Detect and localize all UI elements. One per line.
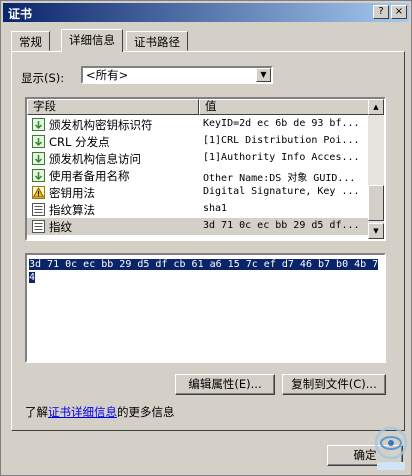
column-header-field[interactable]: 字段 (27, 99, 199, 115)
show-dropdown[interactable]: <所有> ▼ (81, 66, 273, 84)
learn-more-text: 了解证书详细信息的更多信息 (25, 404, 175, 420)
extension-icon (32, 135, 45, 148)
value-detail-box[interactable]: 3d 71 0c ec bb 29 d5 df cb 61 a6 15 7c e… (25, 253, 386, 363)
value-detail-text[interactable]: 3d 71 0c ec bb 29 d5 df cb 61 a6 15 7c e… (29, 259, 379, 283)
field-name: 密钥用法 (49, 186, 95, 200)
title-bar: 证书 ? × (3, 3, 409, 22)
dropdown-arrow-icon[interactable]: ▼ (256, 68, 271, 82)
scroll-up-icon[interactable]: ▲ (368, 99, 384, 115)
help-button[interactable]: ? (373, 5, 389, 19)
list-scrollbar[interactable]: ▲ ▼ (368, 99, 384, 239)
scroll-thumb[interactable] (368, 185, 384, 221)
field-name: 使用者备用名称 (49, 169, 130, 183)
property-icon (32, 203, 45, 216)
list-item[interactable]: 颁发机构信息访问 [1]Authority Info Acces... (27, 150, 370, 167)
learn-prefix: 了解 (25, 405, 48, 419)
learn-suffix: 的更多信息 (117, 405, 175, 419)
window-title: 证书 (8, 7, 33, 21)
field-name: 指纹 (49, 220, 72, 234)
field-name: 指纹算法 (49, 203, 95, 217)
certificate-details-link[interactable]: 证书详细信息 (48, 405, 117, 419)
field-value: 3d 71 0c ec bb 29 d5 df... (203, 220, 360, 231)
field-value: [1]CRL Distribution Poi... (203, 135, 360, 146)
extension-icon (32, 152, 45, 165)
show-label: 显示(S): (21, 71, 65, 85)
show-dropdown-value: <所有> (86, 68, 129, 82)
column-header-value[interactable]: 值 (199, 99, 370, 115)
list-rows: 颁发机构密钥标识符 KeyID=2d ec 6b de 93 bf... CRL… (27, 116, 370, 235)
list-header: 字段 值 (27, 99, 370, 115)
field-value: Other Name:DS 对象 GUID... (203, 173, 356, 184)
list-item[interactable]: 使用者备用名称 Other Name:DS 对象 GUID... (27, 167, 370, 184)
extension-icon (32, 118, 45, 131)
field-list[interactable]: 字段 值 颁发机构密钥标识符 KeyID=2d ec 6b de 93 bf..… (25, 97, 386, 241)
field-name: 颁发机构信息访问 (49, 152, 141, 166)
copy-to-file-button[interactable]: 复制到文件(C)... (282, 374, 386, 395)
field-value: KeyID=2d ec 6b de 93 bf... (203, 118, 360, 129)
extension-icon (32, 169, 45, 182)
tab-strip: 常规 详细信息 证书路径 (7, 29, 407, 52)
certificate-dialog: 证书 ? × 常规 详细信息 证书路径 显示(S): <所有> ▼ 字段 值 颁… (0, 0, 412, 476)
tab-general[interactable]: 常规 (11, 31, 50, 51)
list-item[interactable]: 颁发机构密钥标识符 KeyID=2d ec 6b de 93 bf... (27, 116, 370, 133)
close-button[interactable]: × (391, 5, 407, 19)
list-item[interactable]: CRL 分发点 [1]CRL Distribution Poi... (27, 133, 370, 150)
warning-extension-icon (32, 186, 45, 199)
edit-properties-button[interactable]: 编辑属性(E)... (175, 374, 275, 395)
field-name: 颁发机构密钥标识符 (49, 118, 153, 132)
tab-cert-path[interactable]: 证书路径 (126, 31, 188, 51)
list-item-selected[interactable]: 指纹 3d 71 0c ec bb 29 d5 df... (27, 218, 370, 235)
property-icon (32, 220, 45, 233)
list-item[interactable]: 指纹算法 sha1 (27, 201, 370, 218)
tab-details[interactable]: 详细信息 (61, 29, 123, 52)
field-value: Digital Signature, Key ... (203, 186, 360, 197)
field-value: sha1 (203, 203, 228, 214)
eye-logo-icon (374, 426, 408, 470)
scroll-down-icon[interactable]: ▼ (368, 223, 384, 239)
field-name: CRL 分发点 (49, 135, 110, 149)
field-value: [1]Authority Info Acces... (203, 152, 360, 163)
list-item[interactable]: 密钥用法 Digital Signature, Key ... (27, 184, 370, 201)
